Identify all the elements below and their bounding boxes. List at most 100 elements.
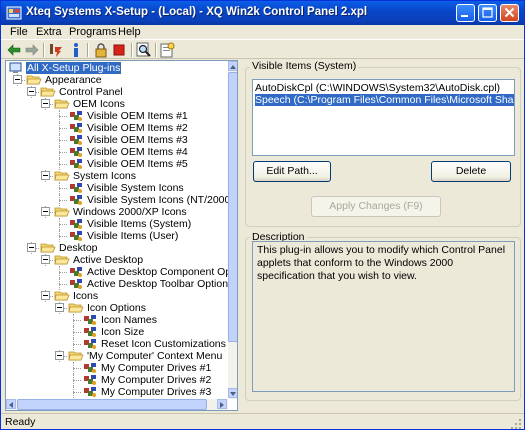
tree-horizontal-scrollbar[interactable] [6,399,228,410]
tree-connector [59,266,60,278]
tree-connector [59,200,67,201]
minimize-button[interactable] [456,4,475,22]
tree-item-label: 'My Computer' Context Menu [87,350,223,362]
scroll-left-button[interactable] [6,399,16,409]
tree-connector [59,182,60,194]
tree-connector [59,116,67,117]
plugin-icon [70,195,82,205]
toolbar-separator [131,43,133,57]
list-item[interactable]: AutoDiskCpl (C:\WINDOWS\System32\AutoDis… [255,82,500,94]
collapse-toggle-icon[interactable] [41,255,50,264]
tree-connector [59,284,67,285]
tree-connector [73,344,81,345]
tree-connector [59,122,60,134]
delete-button[interactable]: Delete [431,161,511,182]
tree-item-label: Icons [73,290,99,302]
tree-connector [73,338,74,350]
scroll-down-button[interactable] [228,388,237,398]
lock-icon[interactable] [93,42,109,58]
tree-connector [73,332,81,333]
app-window: Xteq Systems X-Setup - (Local) - XQ Win2… [0,0,525,430]
open-folder-icon [40,243,56,253]
tree-connector [59,194,60,206]
scroll-thumb[interactable] [228,72,237,342]
collapse-toggle-icon[interactable] [27,243,36,252]
open-folder-icon [54,255,70,265]
run-tool-icon[interactable] [48,42,64,58]
find-icon[interactable] [136,42,152,58]
tree-connector [59,128,67,129]
tree-vertical-scrollbar[interactable] [228,61,237,399]
collapse-toggle-icon[interactable] [41,291,50,300]
scroll-right-button[interactable] [217,399,227,409]
toolbar-separator [87,43,89,57]
tree-connector [59,164,67,165]
menu-programs[interactable]: Programs [69,26,117,38]
tree-item-label: Active Desktop Toolbar Options [87,278,234,290]
window-title: Xteq Systems X-Setup - (Local) - XQ Win2… [26,6,368,18]
scroll-up-button[interactable] [228,61,237,71]
tree-item-label: My Computer Drives #2 [101,374,212,386]
collapse-toggle-icon[interactable] [55,303,64,312]
tree-connector [59,188,67,189]
tree-connector [73,386,74,398]
tree-item-label: System Icons [73,170,137,182]
tree-item-label: Active Desktop Component Options [87,266,238,278]
tree-connector [59,224,67,225]
list-item-selected[interactable]: Speech (C:\Program Files\Common Files\Mi… [255,94,514,106]
collapse-toggle-icon[interactable] [55,351,64,360]
toolbar [1,39,524,59]
open-folder-icon [54,171,70,181]
plugin-icon [70,219,82,229]
plugin-tree[interactable]: All X-Setup Plug-ins Appearance Control Pa… [5,60,238,411]
stop-icon[interactable] [111,42,127,58]
tree-connector [59,134,60,146]
horizontal-scroll-thumb[interactable] [17,399,207,410]
tree-connector [73,320,81,321]
tree-item-label: Visible System Icons (NT/2000/XP) [87,194,238,206]
tree-item-label: Icon Names [101,314,158,326]
info-icon[interactable] [68,42,84,58]
edit-path-button[interactable]: Edit Path... [253,161,331,182]
plugin-icon [84,375,96,385]
tree-item-label: Visible System Icons [87,182,184,194]
tree-item-label: Active Desktop [73,254,144,266]
forward-arrow-icon[interactable] [24,42,40,58]
tree-item-label: Visible OEM Items #1 [87,110,188,122]
collapse-toggle-icon[interactable] [41,99,50,108]
title-bar[interactable]: Xteq Systems X-Setup - (Local) - XQ Win2… [1,1,524,25]
tree-connector [73,392,81,393]
menu-help[interactable]: Help [118,26,141,38]
plugin-icon [70,111,82,121]
collapse-toggle-icon[interactable] [41,207,50,216]
plugin-icon [70,231,82,241]
menu-file[interactable]: File [10,26,28,38]
back-arrow-icon[interactable] [6,42,22,58]
resize-grip-icon[interactable] [510,418,522,430]
close-button[interactable] [500,4,519,22]
collapse-toggle-icon[interactable] [41,171,50,180]
maximize-button[interactable] [478,4,497,22]
tree-item-label: Windows 2000/XP Icons [73,206,187,218]
plugin-icon [84,315,96,325]
plugin-icon [70,279,82,289]
plugin-icon [70,135,82,145]
menu-extra[interactable]: Extra [36,26,62,38]
description-text: This plug-in allows you to modify which … [252,241,515,392]
tree-connector [73,380,81,381]
plugin-icon [84,339,96,349]
visible-items-list[interactable]: AutoDiskCpl (C:\WINDOWS\System32\AutoDis… [252,79,515,156]
open-folder-icon [68,351,84,361]
collapse-toggle-icon[interactable] [27,87,36,96]
properties-icon[interactable] [159,42,175,58]
apply-changes-button[interactable]: Apply Changes (F9) [311,196,441,217]
collapse-toggle-icon[interactable] [13,75,22,84]
status-text: Ready [5,416,36,428]
plugin-icon [84,327,96,337]
tree-item-label: Visible OEM Items #2 [87,122,188,134]
plugin-icon [70,147,82,157]
tree-item-label: Icon Size [101,326,145,338]
toolbar-separator [43,43,45,57]
tree-connector [59,230,60,242]
tree-item-label: Visible Items (User) [87,230,179,242]
